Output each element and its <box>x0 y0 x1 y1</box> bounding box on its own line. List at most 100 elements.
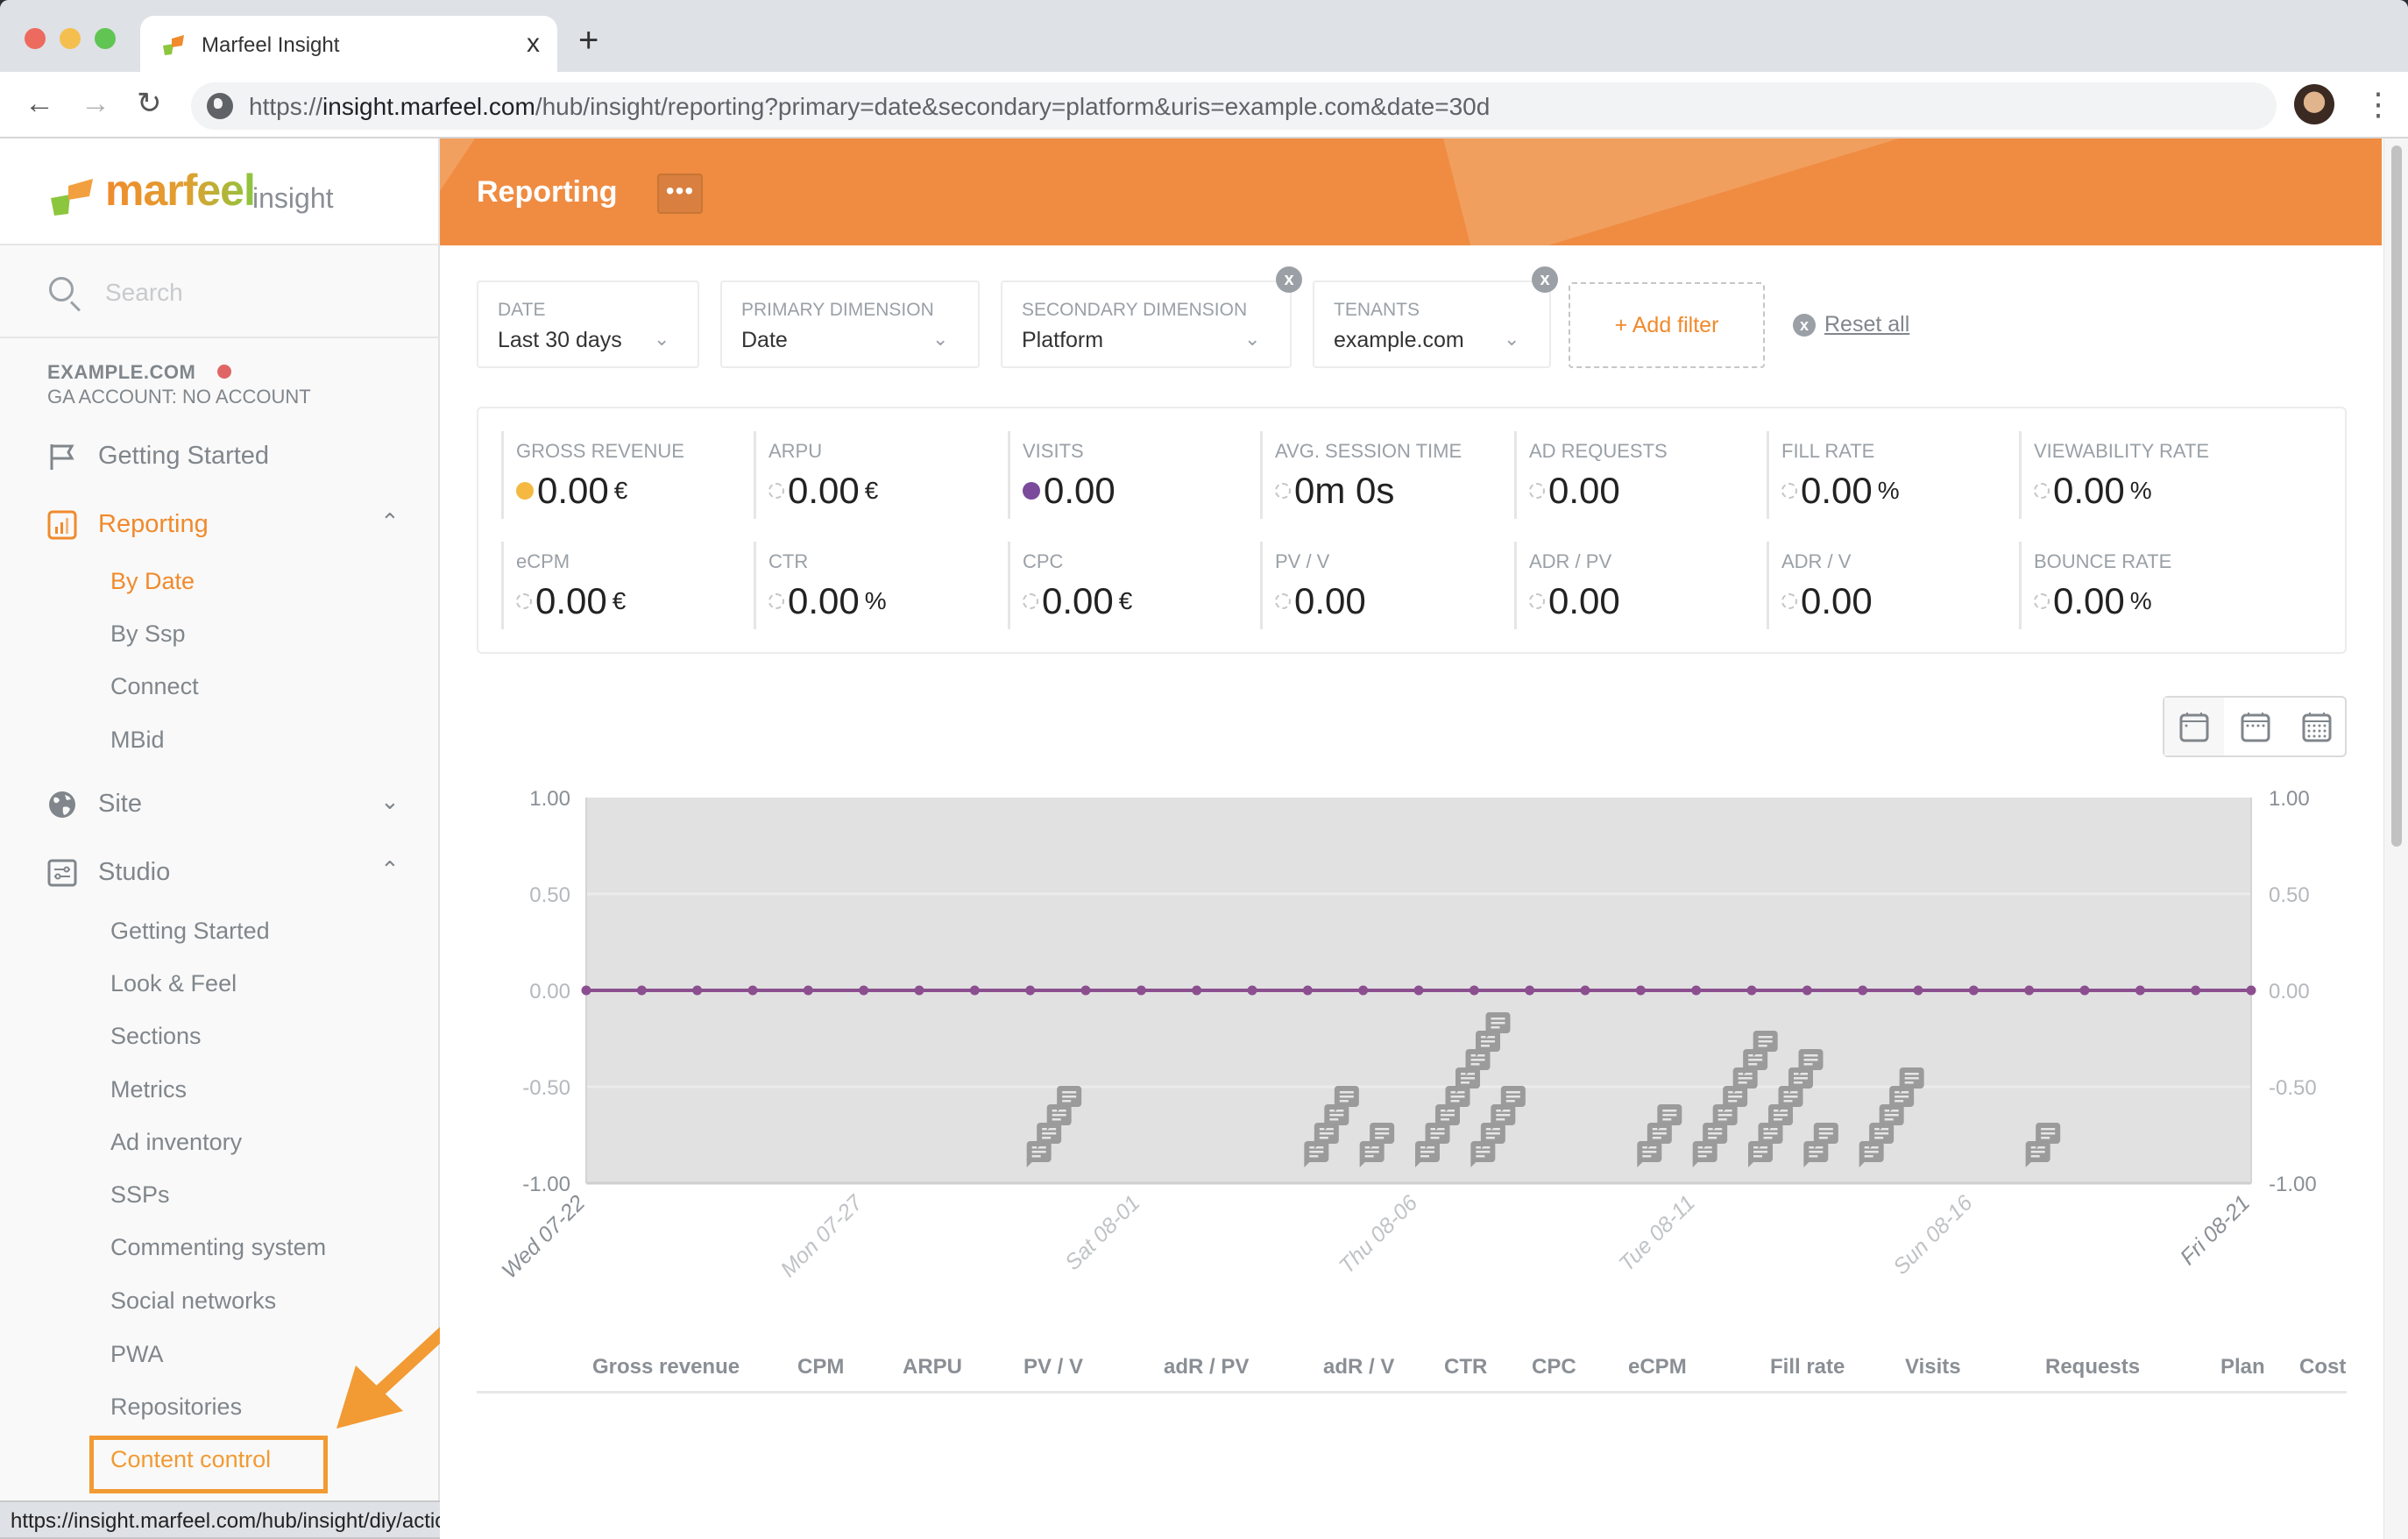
new-tab-button[interactable]: + <box>578 23 598 58</box>
sidebar-item-studio[interactable]: Studio ⌃ <box>0 848 438 900</box>
sidebar-subitem-mbid[interactable]: MBid <box>110 727 165 754</box>
sidebar-subitem-metrics[interactable]: Metrics <box>110 1076 187 1103</box>
data-point[interactable] <box>1968 985 1979 996</box>
data-point[interactable] <box>1302 985 1313 996</box>
y-tick-label: 1.00 <box>529 787 570 811</box>
column-header[interactable]: CPC <box>1532 1355 1576 1379</box>
site-info-icon[interactable] <box>207 93 233 119</box>
chevron-up-icon[interactable]: ⌃ <box>380 508 400 535</box>
profile-avatar[interactable] <box>2294 84 2334 124</box>
chevron-down-icon[interactable]: ⌄ <box>380 788 400 815</box>
maximize-window-button[interactable] <box>95 28 116 49</box>
sidebar-item-label: Reporting <box>98 510 209 538</box>
data-point[interactable] <box>1802 985 1812 996</box>
sidebar-subitem-social-networks[interactable]: Social networks <box>110 1287 276 1315</box>
column-header[interactable]: adR / V <box>1323 1355 1394 1379</box>
data-point[interactable] <box>1858 985 1868 996</box>
data-point[interactable] <box>969 985 980 996</box>
data-point[interactable] <box>914 985 924 996</box>
forward-arrow-icon[interactable]: → <box>81 86 110 121</box>
data-point[interactable] <box>1080 985 1091 996</box>
data-point[interactable] <box>1025 985 1036 996</box>
address-bar[interactable]: https://insight.marfeel.com/hub/insight/… <box>191 82 2277 130</box>
x-tick-label: Mon 07-27 <box>776 1190 868 1282</box>
logo[interactable]: marfeel insight <box>0 138 438 245</box>
column-header[interactable]: CPM <box>797 1355 844 1379</box>
data-point[interactable] <box>859 985 869 996</box>
browser-window: Marfeel Insight x + ← → ↻ https://insigh… <box>0 0 2408 1539</box>
sidebar-subitem-ad-inventory[interactable]: Ad inventory <box>110 1129 242 1156</box>
minimize-window-button[interactable] <box>60 28 81 49</box>
data-point[interactable] <box>1469 985 1479 996</box>
column-header[interactable]: Gross revenue <box>592 1355 740 1379</box>
data-point[interactable] <box>692 985 703 996</box>
data-point[interactable] <box>1913 985 1923 996</box>
data-point[interactable] <box>636 985 647 996</box>
sidebar-item-site[interactable]: Site ⌄ <box>0 779 438 832</box>
url-text[interactable]: https://insight.marfeel.com/hub/insight/… <box>249 93 1490 121</box>
sidebar-subitem-by-ssp[interactable]: By Ssp <box>110 621 186 648</box>
data-point[interactable] <box>1247 985 1257 996</box>
data-point[interactable] <box>1580 985 1590 996</box>
data-point[interactable] <box>2135 985 2145 996</box>
sidebar-subitem-pwa[interactable]: PWA <box>110 1341 164 1368</box>
y2-tick-label: -1.00 <box>2269 1173 2317 1196</box>
data-point[interactable] <box>2246 985 2256 996</box>
column-header[interactable]: adR / PV <box>1164 1355 1249 1379</box>
sidebar-subitem-by-date[interactable]: By Date <box>110 568 195 595</box>
sidebar-subitem-ssps[interactable]: SSPs <box>110 1181 170 1209</box>
bar-chart-icon <box>47 510 77 540</box>
highlight-box <box>89 1436 328 1493</box>
data-point[interactable] <box>1525 985 1535 996</box>
data-point[interactable] <box>1635 985 1646 996</box>
column-header[interactable]: Cost <box>2299 1355 2346 1379</box>
sidebar-item-getting-started[interactable]: Getting Started <box>0 431 438 484</box>
data-point[interactable] <box>1746 985 1757 996</box>
x-tick-label: Sun 08-16 <box>1888 1190 1977 1279</box>
reload-icon[interactable]: ↻ <box>137 86 162 121</box>
globe-icon <box>49 791 75 818</box>
sidebar-subitem-commenting-system[interactable]: Commenting system <box>110 1234 326 1261</box>
marfeel-logo-icon <box>51 179 93 216</box>
browser-tab[interactable]: Marfeel Insight x <box>140 16 557 74</box>
tab-bar: Marfeel Insight x + <box>0 0 2408 74</box>
marfeel-favicon-icon <box>163 35 184 55</box>
column-header[interactable]: Plan <box>2220 1355 2265 1379</box>
data-point[interactable] <box>1413 985 1424 996</box>
data-point[interactable] <box>1358 985 1369 996</box>
sidebar-subitem-look-and-feel[interactable]: Look & Feel <box>110 970 237 997</box>
data-point[interactable] <box>1136 985 1146 996</box>
close-window-button[interactable] <box>25 28 46 49</box>
data-point[interactable] <box>581 985 591 996</box>
y2-tick-label: 0.50 <box>2269 883 2310 907</box>
chevron-up-icon[interactable]: ⌃ <box>380 856 400 883</box>
reporting-chart: 1.00 1.00 0.50 0.50 0.00 0.00 -0.50 -0.50 -1.00 -… <box>497 787 2317 1283</box>
data-point[interactable] <box>2191 985 2201 996</box>
data-point[interactable] <box>2079 985 2090 996</box>
data-point[interactable] <box>803 985 813 996</box>
data-point[interactable] <box>747 985 758 996</box>
column-header[interactable]: Fill rate <box>1770 1355 1845 1379</box>
data-point[interactable] <box>1192 985 1202 996</box>
browser-menu-icon[interactable]: ⋮ <box>2362 84 2394 124</box>
data-point[interactable] <box>1691 985 1702 996</box>
sidebar-subitem-connect[interactable]: Connect <box>110 673 199 700</box>
sidebar-subitem-repositories[interactable]: Repositories <box>110 1394 242 1421</box>
sidebar-subitem-studio-getting-started[interactable]: Getting Started <box>110 918 270 945</box>
column-header[interactable]: CTR <box>1444 1355 1487 1379</box>
back-arrow-icon[interactable]: ← <box>25 86 54 121</box>
column-header[interactable]: PV / V <box>1023 1355 1083 1379</box>
scrollbar[interactable] <box>2383 138 2408 1539</box>
column-header[interactable]: ARPU <box>903 1355 962 1379</box>
column-header[interactable]: Requests <box>2045 1355 2140 1379</box>
search-input[interactable] <box>105 273 421 312</box>
logo-subtitle: insight <box>252 182 334 214</box>
column-header[interactable]: eCPM <box>1628 1355 1687 1379</box>
tab-close-icon[interactable]: x <box>527 28 540 60</box>
sidebar-item-reporting[interactable]: Reporting ⌃ <box>0 500 438 552</box>
scrollbar-thumb[interactable] <box>2391 145 2402 847</box>
data-point[interactable] <box>2024 985 2035 996</box>
ga-account: GA ACCOUNT: NO ACCOUNT <box>47 386 311 408</box>
column-header[interactable]: Visits <box>1905 1355 1961 1379</box>
sidebar-subitem-sections[interactable]: Sections <box>110 1023 202 1050</box>
